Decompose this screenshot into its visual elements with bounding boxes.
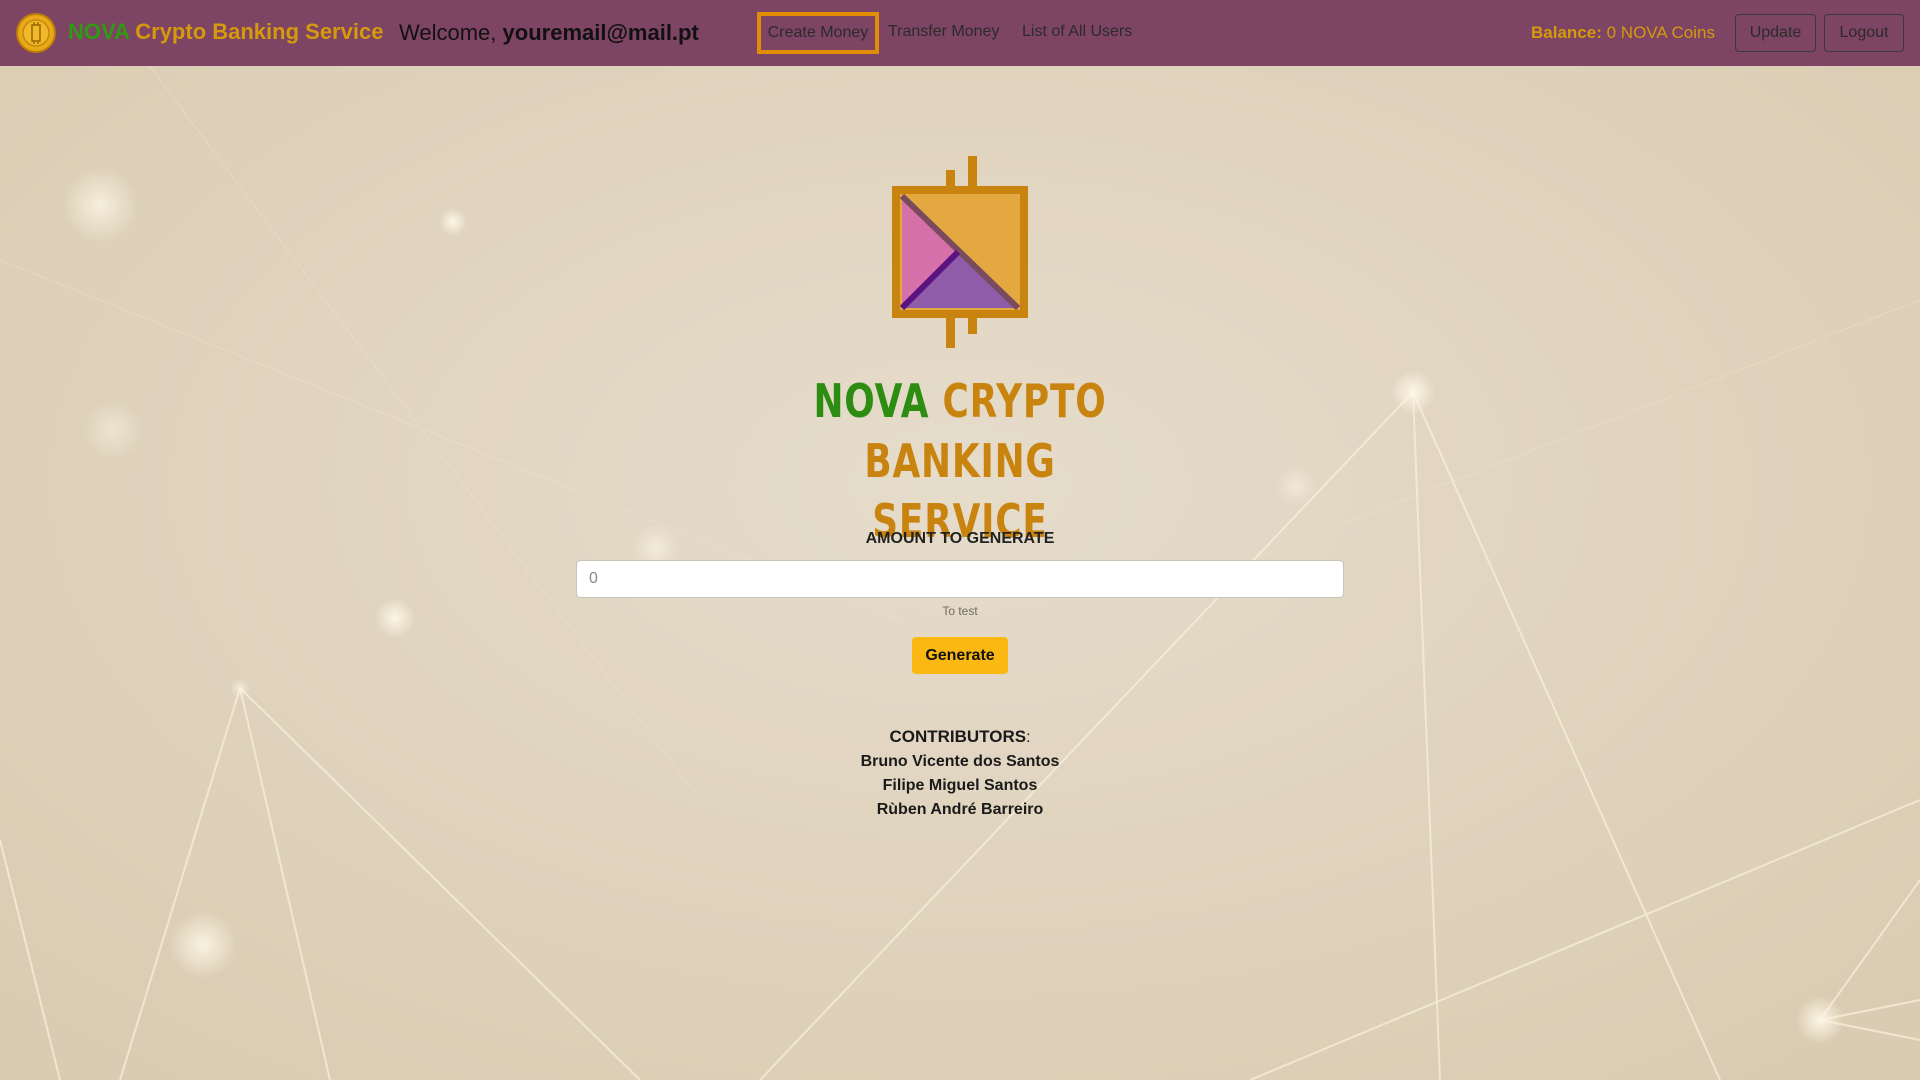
contributors-separator: : — [1026, 729, 1031, 746]
logo-title-crypto: CRYPTO — [942, 374, 1107, 428]
nova-bitcoin-logo-icon — [892, 156, 1028, 348]
contributors-section: CONTRIBUTORS: Bruno Vicente dos Santos F… — [760, 725, 1160, 822]
amount-hint: To test — [942, 604, 978, 618]
nav-transfer-money[interactable]: Transfer Money — [888, 23, 999, 41]
contributor-name: Bruno Vicente dos Santos — [860, 753, 1060, 770]
coin-icon[interactable] — [16, 13, 56, 53]
main-content: NOVA CRYPTO BANKING SERVICE AMOUNT TO GE… — [0, 66, 1920, 1080]
update-button[interactable]: Update — [1735, 14, 1816, 52]
welcome-prefix: Welcome, — [399, 20, 497, 45]
balance-label: Balance: — [1531, 23, 1602, 42]
brand-name[interactable]: NOVA Crypto Banking Service — [68, 19, 383, 45]
nav-create-money[interactable]: Create Money — [757, 12, 879, 54]
user-email: youremail@mail.pt — [502, 20, 699, 45]
amount-input[interactable] — [576, 560, 1344, 598]
amount-label: AMOUNT TO GENERATE — [865, 530, 1055, 547]
welcome-text: Welcome, youremail@mail.pt — [399, 20, 699, 46]
balance-display: Balance: 0 NOVA Coins — [1531, 23, 1715, 43]
logo-title-highlight: NOVA — [813, 374, 930, 428]
balance-value: 0 NOVA Coins — [1606, 23, 1715, 42]
logout-button[interactable]: Logout — [1824, 14, 1904, 52]
nav-list-users[interactable]: List of All Users — [1022, 23, 1132, 41]
brand-highlight: NOVA — [68, 19, 130, 44]
logo-title-line1: NOVA CRYPTO — [804, 371, 1116, 431]
contributors-heading-row: CONTRIBUTORS: — [760, 725, 1160, 750]
contributor-name: Rùben André Barreiro — [876, 801, 1044, 818]
logo-title: NOVA CRYPTO BANKING SERVICE — [804, 371, 1116, 551]
brand-rest: Crypto Banking Service — [135, 19, 384, 44]
top-navbar: NOVA Crypto Banking Service Welcome, you… — [0, 0, 1920, 66]
generate-button[interactable]: Generate — [912, 637, 1008, 674]
contributors-heading: CONTRIBUTORS — [889, 727, 1027, 746]
contributor-name: Filipe Miguel Santos — [882, 777, 1038, 794]
